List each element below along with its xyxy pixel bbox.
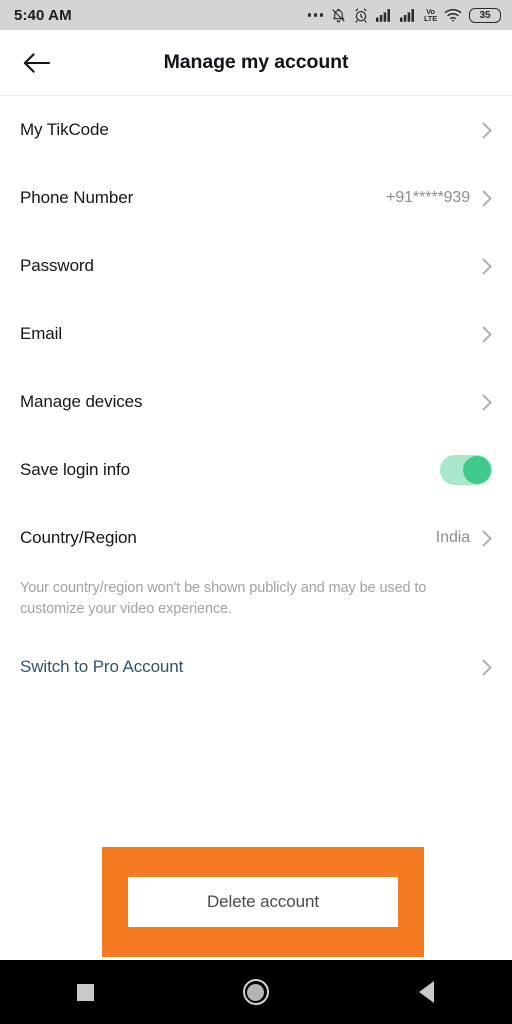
list-item-accessory: India (436, 529, 492, 547)
arrow-left-icon (23, 52, 50, 73)
list-item-switch-to-pro-account[interactable]: Switch to Pro Account (20, 633, 492, 701)
battery-level-label: 35 (479, 9, 491, 21)
chevron-right-icon (482, 190, 492, 206)
app-bar: Manage my account (0, 30, 512, 96)
recents-button[interactable] (0, 960, 171, 1024)
delete-account-label: Delete account (206, 892, 319, 911)
list-item-value: +91*****939 (386, 189, 470, 206)
square-icon (76, 983, 94, 1001)
signal-bars-icon (375, 9, 391, 22)
delete-account-button[interactable]: Delete account (128, 877, 398, 927)
delete-account-highlight: Delete account (102, 847, 424, 957)
country-region-description: Your country/region won't be shown publi… (20, 580, 427, 617)
list-item-accessory (482, 326, 492, 343)
settings-list: My TikCode Phone Number +91*****939 Pass… (0, 96, 512, 701)
home-button[interactable] (171, 960, 342, 1024)
list-item-email[interactable]: Email (20, 300, 492, 368)
page-title: Manage my account (163, 51, 349, 73)
list-item-phone-number[interactable]: Phone Number +91*****939 (20, 164, 492, 232)
list-item-accessory (482, 394, 492, 411)
signal-bars-icon (399, 9, 415, 22)
list-item-accessory (482, 258, 492, 275)
list-item-label: Switch to Pro Account (20, 657, 184, 677)
list-item-save-login-info[interactable]: Save login info (20, 436, 492, 504)
list-item-label: Manage devices (20, 392, 143, 411)
back-button[interactable] (14, 41, 58, 85)
list-item-label: Email (20, 324, 63, 343)
triangle-back-icon (419, 981, 435, 1003)
save-login-info-toggle[interactable] (440, 455, 492, 485)
list-item-label: Phone Number (20, 188, 134, 207)
more-dots-icon (307, 13, 323, 17)
chevron-right-icon (482, 394, 492, 410)
list-item-accessory (482, 659, 492, 676)
status-bar-icons: Vo LTE 35 (307, 7, 501, 24)
list-item-value: India (435, 529, 470, 546)
battery-icon: 35 (469, 7, 501, 23)
circle-home-icon (242, 979, 269, 1005)
chevron-right-icon (482, 326, 492, 342)
bell-muted-icon (332, 8, 345, 22)
list-item-label: Password (20, 256, 94, 275)
list-item-password[interactable]: Password (20, 232, 492, 300)
list-item-accessory: +91*****939 (386, 189, 492, 207)
chevron-right-icon (482, 122, 492, 138)
list-item-country-region[interactable]: Country/Region India (20, 504, 492, 572)
list-item-label: My TikCode (20, 120, 109, 139)
chevron-right-icon (482, 258, 492, 274)
status-bar-time: 5:40 AM (14, 6, 72, 24)
toggle-knob (463, 456, 491, 484)
chevron-right-icon (482, 659, 492, 676)
back-nav-button[interactable] (341, 960, 512, 1024)
list-item-label: Country/Region (20, 528, 137, 547)
list-item-accessory (440, 455, 492, 485)
country-region-description-row: Your country/region won't be shown publi… (20, 572, 492, 633)
list-item-label: Save login info (20, 460, 131, 479)
volte-bottom-label: LTE (423, 14, 437, 23)
chevron-right-icon (482, 530, 492, 546)
list-item-manage-devices[interactable]: Manage devices (20, 368, 492, 436)
alarm-clock-icon (355, 8, 367, 23)
status-bar: 5:40 AM Vo LTE 35 (0, 0, 512, 30)
android-navigation-bar (0, 960, 512, 1024)
volte-icon: Vo LTE (423, 7, 437, 23)
list-item-accessory (482, 122, 492, 139)
list-item-my-tikcode[interactable]: My TikCode (20, 96, 492, 164)
wifi-icon (444, 8, 462, 22)
